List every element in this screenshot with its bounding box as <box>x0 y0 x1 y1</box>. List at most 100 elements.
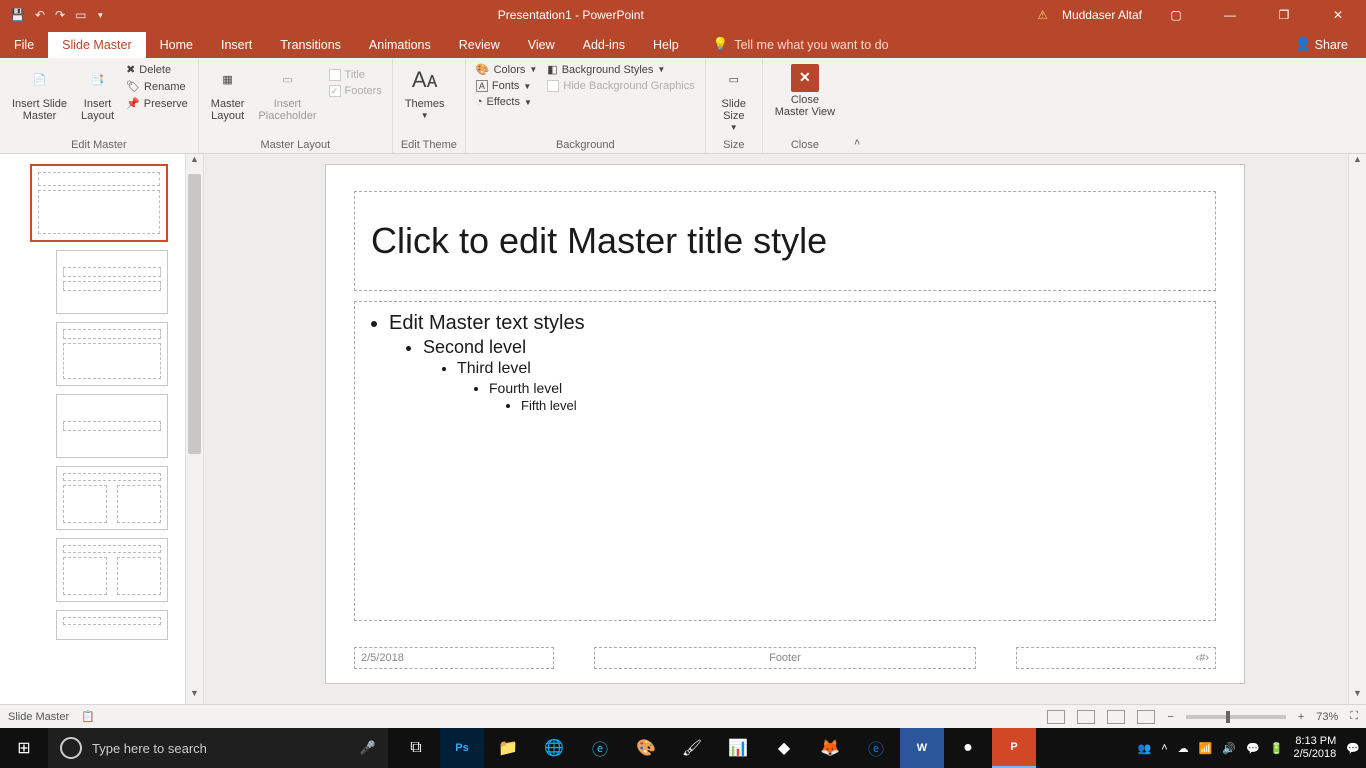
slide-sorter-button[interactable] <box>1077 710 1095 724</box>
ie-icon[interactable]: ⓔ <box>578 728 622 768</box>
word-icon[interactable]: W <box>900 728 944 768</box>
zoom-slider-thumb[interactable] <box>1226 711 1230 723</box>
date-placeholder[interactable]: 2/5/2018 <box>354 647 554 669</box>
layout-thumbnail[interactable] <box>56 610 168 640</box>
bullet-level-1[interactable]: Edit Master text styles <box>389 312 1199 335</box>
powerpoint-icon[interactable]: P <box>992 728 1036 768</box>
start-button[interactable]: ⊞ <box>0 728 48 768</box>
slide-canvas[interactable]: Click to edit Master title style Edit Ma… <box>325 164 1245 684</box>
scroll-down-icon[interactable]: ▼ <box>1349 688 1366 704</box>
app-icon[interactable]: 📊 <box>716 728 760 768</box>
slide-master-thumbnail[interactable] <box>30 164 168 242</box>
tab-addins[interactable]: Add-ins <box>569 32 639 58</box>
save-icon[interactable]: 💾 <box>10 8 25 22</box>
tab-review[interactable]: Review <box>445 32 514 58</box>
taskbar-clock[interactable]: 8:13 PM 2/5/2018 <box>1293 735 1336 761</box>
scroll-up-icon[interactable]: ▲ <box>186 154 203 170</box>
ribbon-display-options-icon[interactable]: ▢ <box>1156 8 1196 22</box>
slide-size-button[interactable]: ▭ Slide Size ▼ <box>714 62 754 135</box>
footer-placeholder[interactable]: Footer <box>594 647 976 669</box>
notes-icon[interactable]: 📋 <box>81 710 95 723</box>
layout-thumbnail[interactable] <box>56 466 168 530</box>
app-icon[interactable]: ◆ <box>762 728 806 768</box>
close-button[interactable]: ✕ <box>1318 8 1358 22</box>
insert-layout-button[interactable]: 📑 Insert Layout <box>77 62 118 124</box>
app-icon[interactable]: 🎨 <box>624 728 668 768</box>
bullet-level-5[interactable]: Fifth level <box>521 398 1199 413</box>
slideshow-button[interactable] <box>1137 710 1155 724</box>
tab-view[interactable]: View <box>514 32 569 58</box>
thumbnail-scrollbar[interactable]: ▲ ▼ <box>185 154 203 704</box>
firefox-icon[interactable]: 🦊 <box>808 728 852 768</box>
fit-to-window-button[interactable]: ⛶ <box>1350 710 1358 723</box>
close-master-view-button[interactable]: ✕ Close Master View <box>771 62 839 120</box>
scroll-up-icon[interactable]: ▲ <box>1349 154 1366 170</box>
layout-thumbnail[interactable] <box>56 538 168 602</box>
app-icon[interactable]: 🖌 <box>670 728 714 768</box>
colors-button[interactable]: 🎨Colors▼ <box>474 62 539 77</box>
zoom-level[interactable]: 73% <box>1316 711 1338 723</box>
background-styles-button[interactable]: ◧Background Styles▼ <box>545 62 696 77</box>
collapse-ribbon-button[interactable]: ˄ <box>847 58 867 153</box>
preserve-button[interactable]: 📌Preserve <box>124 96 190 111</box>
slide-number-placeholder[interactable]: ‹#› <box>1016 647 1216 669</box>
scroll-down-icon[interactable]: ▼ <box>186 688 203 704</box>
tray-chevron-icon[interactable]: ˄ <box>1161 742 1167 754</box>
qat-dropdown-icon[interactable]: ▼ <box>96 11 104 20</box>
redo-icon[interactable]: ↷ <box>55 8 65 22</box>
title-placeholder[interactable]: Click to edit Master title style <box>354 191 1216 291</box>
network-icon[interactable]: 📶 <box>1199 742 1213 755</box>
people-icon[interactable]: 👥 <box>1138 742 1152 755</box>
content-placeholder[interactable]: Edit Master text styles Second level Thi… <box>354 301 1216 621</box>
tab-home[interactable]: Home <box>146 32 207 58</box>
fonts-button[interactable]: AFonts▼ <box>474 79 539 93</box>
battery-icon[interactable]: 🔋 <box>1270 742 1284 755</box>
language-icon[interactable]: 💬 <box>1246 742 1260 755</box>
taskbar-search[interactable]: Type here to search 🎤 <box>48 728 388 768</box>
effects-button[interactable]: ◔Effects▼ <box>474 95 539 109</box>
bullet-level-4[interactable]: Fourth level <box>489 380 1199 396</box>
rename-icon: 🏷 <box>126 80 140 93</box>
action-center-icon[interactable]: 💬 <box>1346 742 1360 755</box>
undo-icon[interactable]: ↶ <box>35 8 45 22</box>
master-layout-button[interactable]: ▦ Master Layout <box>207 62 249 124</box>
layout-thumbnail[interactable] <box>56 322 168 386</box>
microphone-icon[interactable]: 🎤 <box>360 740 376 756</box>
tab-slide-master[interactable]: Slide Master <box>48 32 145 58</box>
scrollbar-thumb[interactable] <box>188 174 201 454</box>
share-button[interactable]: 👤 Share <box>1285 31 1358 58</box>
file-explorer-icon[interactable]: 📁 <box>486 728 530 768</box>
start-from-beginning-icon[interactable]: ▭ <box>75 8 86 22</box>
edge-icon[interactable]: ⓔ <box>854 728 898 768</box>
volume-icon[interactable]: 🔊 <box>1222 742 1236 755</box>
photoshop-icon[interactable]: Ps <box>440 728 484 768</box>
themes-button[interactable]: Aᴀ Themes ▼ <box>401 62 449 123</box>
tab-transitions[interactable]: Transitions <box>266 32 355 58</box>
layout-thumbnail[interactable] <box>56 250 168 314</box>
zoom-slider[interactable] <box>1186 715 1286 719</box>
reading-view-button[interactable] <box>1107 710 1125 724</box>
layout-thumbnail[interactable] <box>56 394 168 458</box>
zoom-in-button[interactable]: + <box>1298 711 1304 723</box>
tab-file[interactable]: File <box>0 32 48 58</box>
restore-button[interactable]: ❐ <box>1264 8 1304 22</box>
app-icon[interactable]: ● <box>946 728 990 768</box>
rename-button[interactable]: 🏷Rename <box>124 79 190 94</box>
tab-insert[interactable]: Insert <box>207 32 266 58</box>
minimize-button[interactable]: — <box>1210 8 1250 22</box>
tab-help[interactable]: Help <box>639 32 693 58</box>
zoom-out-button[interactable]: − <box>1167 711 1173 723</box>
chrome-icon[interactable]: 🌐 <box>532 728 576 768</box>
onedrive-icon[interactable]: ☁ <box>1178 742 1189 755</box>
user-name[interactable]: Muddaser Altaf <box>1062 8 1142 22</box>
tell-me-search[interactable]: 💡 Tell me what you want to do <box>713 31 889 58</box>
bullet-level-3[interactable]: Third level <box>457 360 1199 378</box>
normal-view-button[interactable] <box>1047 710 1065 724</box>
delete-button[interactable]: ✖Delete <box>124 62 190 77</box>
edit-scrollbar[interactable]: ▲ ▼ <box>1348 154 1366 704</box>
task-view-icon[interactable]: ⧉ <box>394 728 438 768</box>
bullet-level-2[interactable]: Second level <box>423 337 1199 358</box>
insert-slide-master-button[interactable]: 📄 Insert Slide Master <box>8 62 71 124</box>
themes-label: Themes <box>405 98 445 110</box>
tab-animations[interactable]: Animations <box>355 32 445 58</box>
